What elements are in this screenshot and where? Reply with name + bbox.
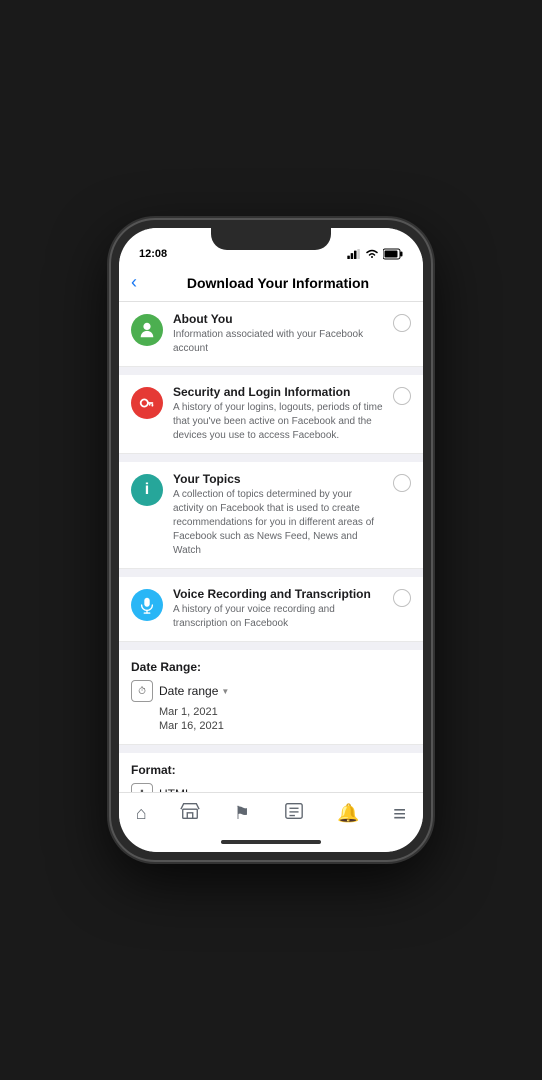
nav-flag[interactable]: ⚑ <box>226 801 258 826</box>
nav-bell[interactable]: 🔔 <box>329 801 367 826</box>
security-desc: A history of your logins, logouts, perio… <box>173 401 383 443</box>
page-title: Download Your Information <box>145 275 411 291</box>
topics-title: Your Topics <box>173 472 383 486</box>
home-indicator <box>119 832 423 852</box>
battery-icon <box>383 248 403 260</box>
date-range-value[interactable]: Date range ▼ <box>159 684 229 698</box>
topics-desc: A collection of topics determined by you… <box>173 488 383 558</box>
date-range-section: Date Range: ⏱ Date range ▼ Mar 1, 2021 M… <box>119 650 423 745</box>
clock-icon: ⏱ <box>131 680 153 702</box>
home-icon: ⌂ <box>136 803 147 824</box>
phone-screen: 12:08 <box>119 228 423 852</box>
about-you-title: About You <box>173 312 383 326</box>
date-range-dropdown-arrow: ▼ <box>221 687 229 696</box>
nav-store[interactable] <box>172 799 208 828</box>
page-header: ‹ Download Your Information <box>119 264 423 302</box>
bell-icon: 🔔 <box>337 803 359 824</box>
date-range-row[interactable]: ⏱ Date range ▼ <box>131 680 411 702</box>
list-item[interactable]: i Your Topics A collection of topics det… <box>119 462 423 569</box>
list-item[interactable]: Security and Login Information A history… <box>119 375 423 454</box>
about-you-radio[interactable] <box>393 314 411 332</box>
list-item[interactable]: About You Information associated with yo… <box>119 302 423 367</box>
security-content: Security and Login Information A history… <box>173 385 383 443</box>
about-you-desc: Information associated with your Faceboo… <box>173 328 383 356</box>
bottom-nav: ⌂ ⚑ <box>119 792 423 832</box>
format-row[interactable]: ⬇ HTML ▼ <box>131 783 411 792</box>
download-icon: ⬇ <box>131 783 153 792</box>
content-area: About You Information associated with yo… <box>119 302 423 792</box>
section-gap-5 <box>119 745 423 753</box>
about-you-content: About You Information associated with yo… <box>173 312 383 356</box>
date-to: Mar 16, 2021 <box>159 720 411 732</box>
store-icon <box>180 801 200 826</box>
home-bar <box>221 840 321 844</box>
about-you-icon <box>131 314 163 346</box>
nav-news[interactable] <box>276 799 312 828</box>
nav-menu[interactable]: ≡ <box>385 801 414 827</box>
list-item[interactable]: Voice Recording and Transcription A hist… <box>119 577 423 642</box>
back-button[interactable]: ‹ <box>131 272 137 293</box>
flag-icon: ⚑ <box>234 803 250 824</box>
date-range-text: Date range <box>159 684 218 698</box>
voice-radio[interactable] <box>393 589 411 607</box>
microphone-icon <box>138 596 156 614</box>
voice-desc: A history of your voice recording and tr… <box>173 603 383 631</box>
notch <box>211 228 331 250</box>
status-time: 12:08 <box>139 248 167 260</box>
status-icons <box>347 248 403 260</box>
section-gap-2 <box>119 454 423 462</box>
news-svg <box>284 801 304 821</box>
key-icon <box>138 394 156 412</box>
signal-icon <box>347 249 361 259</box>
voice-icon <box>131 589 163 621</box>
wifi-icon <box>364 248 380 260</box>
menu-icon: ≡ <box>393 803 406 825</box>
voice-content: Voice Recording and Transcription A hist… <box>173 587 383 631</box>
date-range-label: Date Range: <box>131 660 411 674</box>
security-radio[interactable] <box>393 387 411 405</box>
store-svg <box>180 801 200 821</box>
voice-title: Voice Recording and Transcription <box>173 587 383 601</box>
topics-icon: i <box>131 474 163 506</box>
phone-frame: 12:08 <box>111 220 431 860</box>
person-icon <box>138 321 156 339</box>
nav-home[interactable]: ⌂ <box>128 801 155 826</box>
format-section: Format: ⬇ HTML ▼ <box>119 753 423 792</box>
topics-content: Your Topics A collection of topics deter… <box>173 472 383 558</box>
section-gap-1 <box>119 367 423 375</box>
section-gap-3 <box>119 569 423 577</box>
topics-radio[interactable] <box>393 474 411 492</box>
date-from: Mar 1, 2021 <box>159 706 411 718</box>
format-label: Format: <box>131 763 411 777</box>
section-gap-4 <box>119 642 423 650</box>
security-title: Security and Login Information <box>173 385 383 399</box>
security-icon <box>131 387 163 419</box>
news-icon <box>284 801 304 826</box>
